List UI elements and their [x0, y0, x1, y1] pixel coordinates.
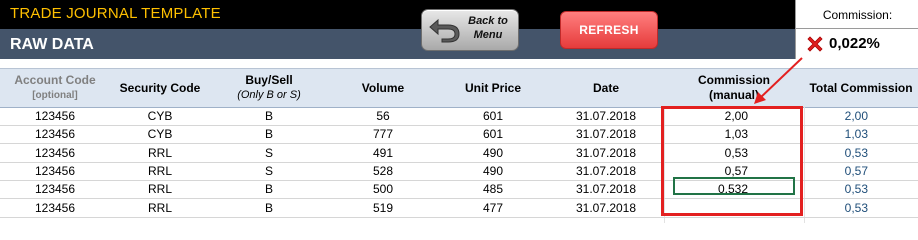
cell-account[interactable]: 123456 [0, 199, 110, 217]
cell-volume[interactable]: 491 [328, 144, 438, 162]
cell-side[interactable]: S [210, 162, 328, 180]
cell-total[interactable]: 0,53 [804, 144, 868, 162]
cell-date[interactable]: 31.07.2018 [548, 125, 664, 143]
commission-divider [796, 28, 918, 29]
col-security-code: Security Code [110, 69, 210, 107]
section-title: RAW DATA [10, 36, 94, 53]
cell-side[interactable]: B [210, 180, 328, 198]
commission-highlight-box [661, 106, 803, 216]
cell-side[interactable]: B [210, 107, 328, 125]
commission-value[interactable]: 0,022% [829, 35, 880, 52]
col-buy-sell-sub: (Only B or S) [237, 89, 301, 101]
cell-volume[interactable]: 500 [328, 180, 438, 198]
cell-security[interactable]: CYB [110, 125, 210, 143]
col-security-code-label: Security Code [119, 80, 201, 95]
refresh-button[interactable]: REFRESH [560, 11, 658, 49]
cell-price[interactable]: 601 [438, 107, 548, 125]
cell-price[interactable]: 485 [438, 180, 548, 198]
cell-total[interactable]: 0,53 [804, 199, 868, 217]
cell-side[interactable]: B [210, 199, 328, 217]
back-label-line1: Back to [468, 15, 508, 27]
cell-volume[interactable]: 519 [328, 199, 438, 217]
cell-security[interactable]: RRL [110, 144, 210, 162]
col-buy-sell-label: Buy/Sell [245, 73, 293, 87]
col-buy-sell: Buy/Sell (Only B or S) [210, 69, 328, 107]
back-button-label: Back to Menu [462, 14, 514, 42]
col-unit-price: Unit Price [438, 69, 548, 107]
cell-account[interactable]: 123456 [0, 107, 110, 125]
cell-price[interactable]: 477 [438, 199, 548, 217]
cell-side[interactable]: B [210, 125, 328, 143]
cell-security[interactable]: RRL [110, 162, 210, 180]
col-account-code: Account Code [optional] [0, 69, 110, 107]
back-to-menu-button[interactable]: Back to Menu [421, 9, 519, 51]
cell-total[interactable]: 0,53 [804, 180, 868, 198]
col-date: Date [548, 69, 664, 107]
brand-title: TRADE JOURNAL TEMPLATE [10, 5, 221, 22]
cell-price[interactable]: 490 [438, 144, 548, 162]
cell-total[interactable]: 1,03 [804, 125, 868, 143]
col-account-code-sub: [optional] [32, 90, 78, 101]
col-unit-price-label: Unit Price [464, 80, 521, 95]
cell-date[interactable]: 31.07.2018 [548, 180, 664, 198]
commission-label: Commission: [822, 8, 893, 22]
section-bar: RAW DATA [0, 29, 795, 59]
cell-account[interactable]: 123456 [0, 125, 110, 143]
title-bar: TRADE JOURNAL TEMPLATE [0, 0, 795, 29]
cell-date[interactable]: 31.07.2018 [548, 107, 664, 125]
back-arrow-icon [429, 18, 460, 43]
cell-volume[interactable]: 528 [328, 162, 438, 180]
cell-price[interactable]: 601 [438, 125, 548, 143]
cell-volume[interactable]: 56 [328, 107, 438, 125]
cell-account[interactable]: 123456 [0, 180, 110, 198]
red-x-icon [807, 36, 823, 52]
cell-account[interactable]: 123456 [0, 162, 110, 180]
col-volume-label: Volume [361, 80, 405, 95]
active-cell-selection [673, 177, 795, 195]
col-total-commission-label: Total Commission [809, 80, 913, 95]
cell-account[interactable]: 123456 [0, 144, 110, 162]
cell-volume[interactable]: 777 [328, 125, 438, 143]
col-volume: Volume [328, 69, 438, 107]
cell-side[interactable]: S [210, 144, 328, 162]
col-total-commission: Total Commission [804, 69, 918, 107]
cell-date[interactable]: 31.07.2018 [548, 144, 664, 162]
cell-security[interactable]: RRL [110, 199, 210, 217]
back-label-line2: Menu [473, 29, 503, 41]
cell-total[interactable]: 2,00 [804, 107, 868, 125]
cell-total[interactable]: 0,57 [804, 162, 868, 180]
cell-security[interactable]: RRL [110, 180, 210, 198]
cell-price[interactable]: 490 [438, 162, 548, 180]
annotation-arrow-icon [754, 57, 803, 104]
cell-security[interactable]: CYB [110, 107, 210, 125]
commission-box: Commission: 0,022% [795, 0, 918, 59]
col-date-label: Date [592, 80, 619, 95]
col-account-code-label: Account Code [14, 73, 96, 87]
cell-date[interactable]: 31.07.2018 [548, 199, 664, 217]
cell-date[interactable]: 31.07.2018 [548, 162, 664, 180]
